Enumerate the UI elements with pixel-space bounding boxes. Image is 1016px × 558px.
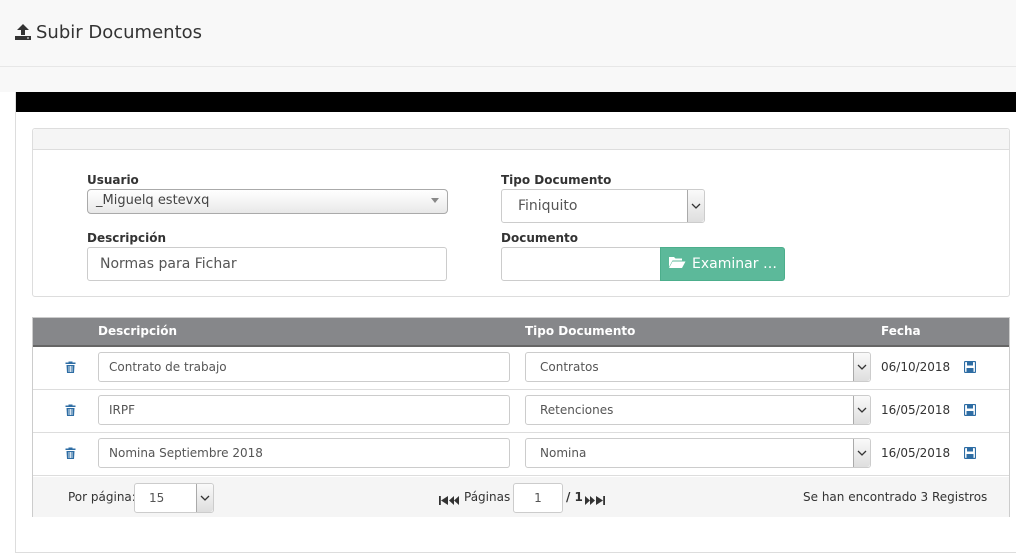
descripcion-input[interactable]: Normas para Fichar bbox=[87, 247, 447, 281]
examinar-button[interactable]: Examinar … bbox=[660, 247, 785, 281]
header-divider bbox=[0, 66, 1016, 67]
trash-icon[interactable] bbox=[65, 446, 76, 464]
descripcion-label: Descripción bbox=[87, 231, 166, 245]
table-row: Nomina Septiembre 2018 Nomina 16/05/2018 bbox=[33, 433, 1009, 476]
trash-icon[interactable] bbox=[65, 360, 76, 378]
usuario-select[interactable]: _Miguelq estevxq bbox=[87, 189, 448, 214]
upload-icon bbox=[14, 23, 32, 41]
row-fecha: 16/05/2018 bbox=[881, 403, 951, 417]
per-page-value: 15 bbox=[149, 491, 165, 505]
row-descripcion-input[interactable]: IRPF bbox=[98, 395, 510, 425]
row-descripcion-value: Nomina Septiembre 2018 bbox=[109, 446, 263, 460]
column-header-fecha: Fecha bbox=[881, 324, 921, 338]
row-descripcion-value: Contrato de trabajo bbox=[109, 360, 227, 374]
tipo-documento-value: Finiquito bbox=[518, 198, 578, 214]
documents-table: Descripción Tipo Documento Fecha Contrat… bbox=[32, 317, 1010, 517]
records-count: Se han encontrado 3 Registros bbox=[803, 490, 988, 504]
page-title: Subir Documentos bbox=[14, 20, 202, 44]
chevron-down-icon bbox=[853, 396, 870, 424]
panel-header-bar bbox=[16, 92, 1016, 112]
row-tipo-value: Contratos bbox=[540, 360, 599, 374]
usuario-value: _Miguelq estevxq bbox=[96, 193, 210, 208]
tipo-documento-label: Tipo Documento bbox=[501, 173, 612, 187]
table-row: IRPF Retenciones 16/05/2018 bbox=[33, 390, 1009, 433]
upload-form: Usuario _Miguelq estevxq Tipo Documento … bbox=[32, 128, 1010, 297]
row-tipo-select[interactable]: Nomina bbox=[525, 438, 871, 468]
usuario-label: Usuario bbox=[87, 173, 139, 187]
row-fecha: 16/05/2018 bbox=[881, 446, 951, 460]
top-header: Subir Documentos bbox=[0, 0, 1016, 92]
last-page-icon[interactable] bbox=[596, 492, 605, 510]
page-number-input[interactable]: 1 bbox=[513, 483, 563, 513]
column-header-descripcion: Descripción bbox=[98, 324, 177, 338]
row-descripcion-input[interactable]: Nomina Septiembre 2018 bbox=[98, 438, 510, 468]
chevron-down-icon bbox=[196, 484, 213, 512]
trash-icon[interactable] bbox=[65, 403, 76, 421]
row-tipo-select[interactable]: Retenciones bbox=[525, 395, 871, 425]
table-footer: Por página: 15 Páginas 1 / 1 Se han enco… bbox=[33, 477, 1009, 517]
form-header bbox=[33, 129, 1009, 150]
prev-page-icon[interactable] bbox=[449, 492, 459, 510]
examinar-label: Examinar … bbox=[692, 256, 777, 272]
row-tipo-value: Retenciones bbox=[540, 403, 614, 417]
per-page-label: Por página: bbox=[68, 490, 136, 504]
row-fecha: 06/10/2018 bbox=[881, 360, 951, 374]
save-icon[interactable] bbox=[963, 403, 977, 421]
row-tipo-select[interactable]: Contratos bbox=[525, 352, 871, 382]
table-row: Contrato de trabajo Contratos 06/10/2018 bbox=[33, 347, 1009, 390]
row-tipo-value: Nomina bbox=[540, 446, 587, 460]
descripcion-value: Normas para Fichar bbox=[100, 256, 237, 272]
total-pages: / 1 bbox=[566, 490, 583, 504]
save-icon[interactable] bbox=[963, 360, 977, 378]
column-header-tipo-documento: Tipo Documento bbox=[525, 324, 636, 338]
tipo-documento-select[interactable]: Finiquito bbox=[501, 189, 705, 223]
page-title-text: Subir Documentos bbox=[36, 21, 203, 43]
chevron-down-icon bbox=[687, 190, 704, 222]
folder-open-icon bbox=[668, 255, 686, 273]
save-icon[interactable] bbox=[963, 446, 977, 464]
row-descripcion-input[interactable]: Contrato de trabajo bbox=[98, 352, 510, 382]
pages-label: Páginas bbox=[464, 490, 511, 504]
upload-panel: Usuario _Miguelq estevxq Tipo Documento … bbox=[15, 92, 1016, 553]
table-header: Descripción Tipo Documento Fecha bbox=[33, 318, 1009, 347]
chevron-down-icon bbox=[853, 353, 870, 381]
row-descripcion-value: IRPF bbox=[109, 403, 136, 417]
chevron-down-icon bbox=[431, 198, 439, 203]
page-number-value: 1 bbox=[534, 491, 542, 505]
first-page-icon[interactable] bbox=[439, 492, 448, 510]
chevron-down-icon bbox=[853, 439, 870, 467]
per-page-select[interactable]: 15 bbox=[134, 483, 214, 513]
documento-input[interactable] bbox=[501, 247, 661, 281]
next-page-icon[interactable] bbox=[585, 492, 595, 510]
documento-label: Documento bbox=[501, 231, 579, 245]
